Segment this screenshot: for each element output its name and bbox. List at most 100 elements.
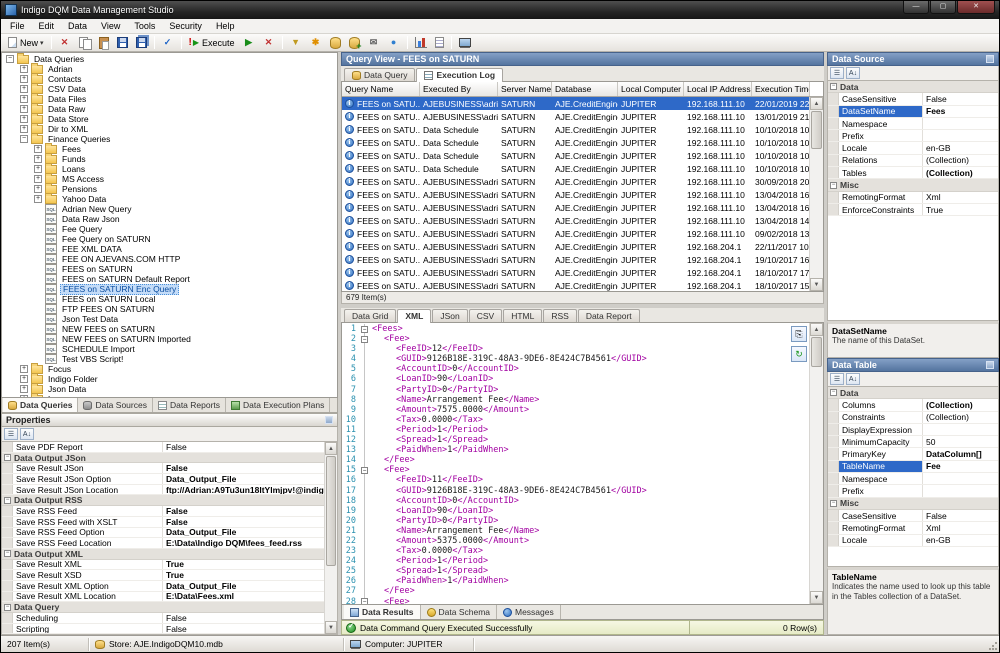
column-header-executed-by[interactable]: Executed By	[420, 82, 498, 96]
menu-data[interactable]: Data	[61, 20, 94, 32]
property-value[interactable]: False	[163, 624, 337, 634]
tree-item-pensions[interactable]: +Pensions	[2, 184, 337, 194]
property-value[interactable]: Xml	[923, 192, 998, 203]
property-value[interactable]: False	[163, 506, 337, 516]
property-row-save-result-json-option[interactable]: Save Result JSon OptionData_Output_File	[2, 474, 337, 485]
property-row-locale[interactable]: Localeen-GB	[828, 142, 998, 154]
tree-item-csv-data[interactable]: +CSV Data	[2, 84, 337, 94]
collapse-icon[interactable]: −	[830, 83, 837, 90]
property-row-scripting[interactable]: ScriptingFalse	[2, 624, 337, 635]
close-button[interactable]: ✕	[957, 1, 995, 14]
log-row[interactable]: FEES on SATU...AJEBUSINESS\adrianSATURNA…	[342, 201, 823, 214]
log-row[interactable]: FEES on SATU...AJEBUSINESS\adrianSATURNA…	[342, 253, 823, 266]
cancel-execution-button[interactable]: ✕	[259, 35, 279, 51]
property-row-namespace[interactable]: Namespace	[828, 118, 998, 130]
query-tab-execution-log[interactable]: Execution Log	[416, 68, 503, 82]
column-header-query-name[interactable]: Query Name	[342, 82, 420, 96]
property-value[interactable]: True	[163, 570, 337, 580]
tree-item-fees-on-saturn-local[interactable]: SQLFEES on SATURN Local	[2, 294, 337, 304]
result-tab-json[interactable]: JSon	[432, 309, 467, 322]
expand-icon[interactable]: +	[20, 85, 28, 93]
property-row-displayexpression[interactable]: DisplayExpression	[828, 424, 998, 436]
tree-item-fees-on-saturn-default-report[interactable]: SQLFEES on SATURN Default Report	[2, 274, 337, 284]
scrollbar-thumb[interactable]	[811, 111, 822, 149]
property-value[interactable]	[923, 130, 998, 141]
log-row[interactable]: FEES on SATU...AJEBUSINESS\adrianSATURNA…	[342, 110, 823, 123]
tree-item-fee-query-on-saturn[interactable]: SQLFee Query on SATURN	[2, 234, 337, 244]
result-tab-html[interactable]: HTML	[503, 309, 542, 322]
collapse-icon[interactable]: −	[4, 550, 11, 557]
alphabetical-sort-button[interactable]: A↓	[846, 373, 860, 385]
expand-icon[interactable]: +	[20, 385, 28, 393]
property-value[interactable]: en-GB	[923, 535, 998, 546]
expand-icon[interactable]: +	[34, 145, 42, 153]
menu-tools[interactable]: Tools	[127, 20, 162, 32]
property-value[interactable]: DataColumn[]	[923, 448, 998, 459]
property-category-data[interactable]: −Data	[828, 387, 998, 399]
property-row-constraints[interactable]: Constraints(Collection)	[828, 412, 998, 424]
filter-button[interactable]: ▼	[286, 35, 306, 51]
tree-item-data-store[interactable]: +Data Store	[2, 114, 337, 124]
log-row[interactable]: FEES on SATU...Data ScheduleSATURNAJE.Cr…	[342, 123, 823, 136]
column-header-server-name[interactable]: Server Name	[498, 82, 552, 96]
tree-item-adrian-new-query[interactable]: SQLAdrian New Query	[2, 204, 337, 214]
delete-button[interactable]: ✕	[55, 35, 75, 51]
new-button[interactable]: New▾	[4, 35, 48, 51]
menu-help[interactable]: Help	[209, 20, 242, 32]
scroll-up-button[interactable]: ▲	[810, 323, 823, 336]
fold-toggle-icon[interactable]: −	[361, 326, 368, 333]
property-category-data-output-xml[interactable]: −Data Output XML	[2, 549, 337, 560]
tree-item-adrian[interactable]: +Adrian	[2, 64, 337, 74]
refresh-output-button[interactable]: ↻	[791, 346, 807, 362]
log-row[interactable]: FEES on SATU...Data ScheduleSATURNAJE.Cr…	[342, 149, 823, 162]
property-row-primarykey[interactable]: PrimaryKeyDataColumn[]	[828, 448, 998, 460]
property-row-save-rss-feed[interactable]: Save RSS FeedFalse	[2, 506, 337, 517]
scroll-down-button[interactable]: ▼	[810, 591, 823, 604]
property-row-save-result-xml-option[interactable]: Save Result XML OptionData_Output_File	[2, 581, 337, 592]
collapse-icon[interactable]: −	[4, 454, 11, 461]
tree-item-fee-xml-data[interactable]: SQLFEE XML DATA	[2, 244, 337, 254]
column-header-execution-time[interactable]: Execution Time	[752, 82, 810, 96]
data-store-button[interactable]	[326, 35, 345, 51]
property-category-misc[interactable]: −Misc	[828, 498, 998, 510]
scrollbar-thumb[interactable]	[811, 337, 822, 367]
property-row-save-result-xml[interactable]: Save Result XMLTrue	[2, 560, 337, 571]
resize-grip[interactable]	[988, 641, 998, 651]
fold-toggle-icon[interactable]: −	[361, 336, 368, 343]
panel-options-icon[interactable]	[986, 361, 994, 369]
web-button[interactable]: ●	[384, 35, 404, 51]
copy-button[interactable]	[75, 35, 95, 51]
property-row-tables[interactable]: Tables(Collection)	[828, 167, 998, 179]
property-value[interactable]	[923, 473, 998, 484]
tree-item-new-fees-on-saturn-imported[interactable]: SQLNEW FEES on SATURN Imported	[2, 334, 337, 344]
query-tab-data-query[interactable]: Data Query	[344, 68, 415, 81]
property-value[interactable]: (Collection)	[923, 412, 998, 423]
property-category-misc[interactable]: −Misc	[828, 179, 998, 191]
expand-icon[interactable]: +	[34, 185, 42, 193]
scroll-up-button[interactable]: ▲	[325, 442, 337, 455]
property-row-scheduling[interactable]: SchedulingFalse	[2, 613, 337, 624]
menu-view[interactable]: View	[94, 20, 127, 32]
log-row[interactable]: FEES on SATU...AJEBUSINESS\adrianSATURNA…	[342, 227, 823, 240]
property-value[interactable]: Data_Output_File	[163, 581, 337, 591]
report-button[interactable]	[431, 35, 448, 51]
log-row[interactable]: FEES on SATU...AJEBUSINESS\adrianSATURNA…	[342, 240, 823, 253]
collapse-icon[interactable]: −	[20, 135, 28, 143]
tree-item-ms-access[interactable]: +MS Access	[2, 174, 337, 184]
categorized-view-button[interactable]: ☰	[830, 373, 844, 385]
tree-item-data-raw-json[interactable]: SQLData Raw Json	[2, 214, 337, 224]
expand-icon[interactable]: +	[34, 195, 42, 203]
explorer-tab-data-execution-plans[interactable]: Data Execution Plans	[226, 398, 330, 412]
property-value[interactable]: False	[163, 463, 337, 473]
property-value[interactable]: ftp://Adrian:A9Tu3un18ltYlmjpv!@indigodq…	[163, 485, 337, 495]
property-row-save-pdf-report[interactable]: Save PDF ReportFalse	[2, 442, 337, 453]
log-row[interactable]: FEES on SATU...AJEBUSINESS\adrianSATURNA…	[342, 279, 823, 292]
save-button[interactable]	[113, 35, 132, 51]
property-row-prefix[interactable]: Prefix	[828, 485, 998, 497]
property-category-data-output-rss[interactable]: −Data Output RSS	[2, 495, 337, 506]
property-category-data[interactable]: −Data	[828, 81, 998, 93]
tree-item-json-data[interactable]: +Json Data	[2, 384, 337, 394]
maximize-button[interactable]: ▢	[930, 1, 956, 14]
expand-icon[interactable]: +	[34, 155, 42, 163]
property-value[interactable]: (Collection)	[923, 155, 998, 166]
